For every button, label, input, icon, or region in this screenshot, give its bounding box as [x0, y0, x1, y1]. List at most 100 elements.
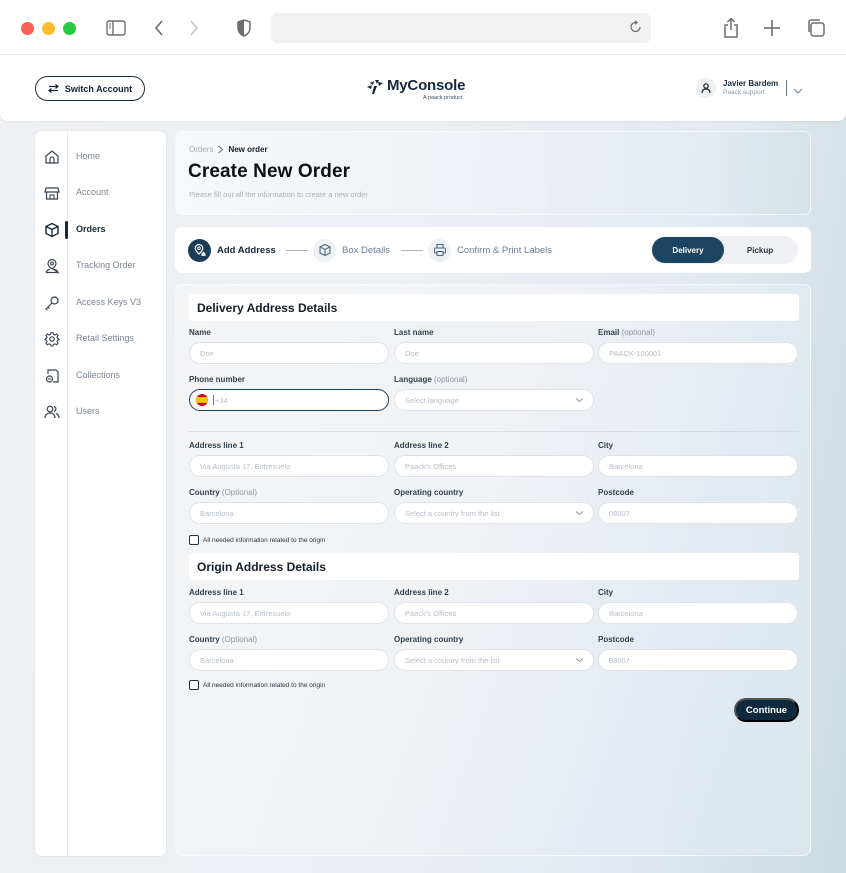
mode-delivery[interactable]: Delivery: [652, 237, 724, 263]
zoom-window-button[interactable]: [63, 22, 76, 35]
language-placeholder: Select language: [405, 395, 459, 405]
origin-city-input[interactable]: Barcelona: [598, 602, 798, 624]
checkbox[interactable]: [189, 535, 199, 545]
language-select[interactable]: Select language: [394, 389, 594, 411]
sidebar: Home Account Orders Tracking Order Acces…: [35, 131, 166, 856]
forward-icon[interactable]: [182, 16, 206, 40]
checkbox-label: All needed information related to the or…: [203, 536, 326, 544]
step-connector: [286, 250, 308, 251]
sidebar-item-access-keys[interactable]: Access Keys V3: [35, 290, 166, 316]
privacy-shield-icon[interactable]: [232, 16, 256, 40]
sidebar-item-retail-settings[interactable]: Retail Settings: [35, 326, 166, 352]
user-name: Javier Bardem: [723, 79, 779, 88]
user-role: Paack support: [723, 89, 765, 96]
operating-country-select[interactable]: Select a country from the list: [394, 502, 594, 524]
language-label: Language (optional): [394, 375, 468, 384]
address2-label: Address line 2: [394, 441, 449, 450]
address1-label: Address line 1: [189, 441, 244, 450]
close-window-button[interactable]: [21, 22, 34, 35]
email-label: Email (optional): [598, 328, 655, 337]
minimize-window-button[interactable]: [42, 22, 55, 35]
checkbox[interactable]: [189, 680, 199, 690]
logo-title: MyConsole: [387, 77, 466, 94]
sidebar-toggle-icon[interactable]: [104, 16, 128, 40]
reload-icon[interactable]: [629, 20, 643, 39]
sidebar-item-label: Account: [76, 187, 109, 197]
collections-icon: [44, 368, 60, 384]
city-input[interactable]: Barcelona: [598, 455, 798, 477]
delivery-origin-checkbox[interactable]: All needed information related to the or…: [189, 535, 325, 545]
email-input[interactable]: PAACK-100001: [598, 342, 798, 364]
origin-operating-country-placeholder: Select a country from the list: [405, 655, 500, 665]
step-box-details[interactable]: Box Details: [313, 238, 390, 262]
share-icon[interactable]: [719, 16, 743, 40]
sidebar-item-tracking-order[interactable]: Tracking Order: [35, 253, 166, 279]
sidebar-item-orders[interactable]: Orders: [35, 217, 166, 243]
continue-button[interactable]: Continue: [734, 698, 799, 722]
sidebar-item-label: Tracking Order: [76, 260, 136, 270]
phone-input[interactable]: +34: [189, 389, 389, 411]
phone-label: Phone number: [189, 375, 246, 384]
new-tab-icon[interactable]: [760, 16, 784, 40]
key-icon: [44, 295, 60, 311]
origin-country-input[interactable]: Barcelona: [189, 649, 389, 671]
avatar: [696, 78, 716, 98]
sidebar-item-home[interactable]: Home: [35, 144, 166, 170]
breadcrumb: Orders New order: [189, 145, 268, 154]
origin-section-title: Origin Address Details: [197, 560, 326, 574]
origin-address1-input[interactable]: Via Augusta 17, Entresuelo: [189, 602, 389, 624]
address-bar[interactable]: [271, 13, 651, 43]
back-icon[interactable]: [147, 16, 171, 40]
page-header: Orders New order Create New Order Please…: [175, 131, 811, 215]
sidebar-item-label: Home: [76, 151, 101, 161]
page-subtitle: Please fill out all the information to c…: [189, 190, 368, 199]
name-input[interactable]: Doe: [189, 342, 389, 364]
myconsole-logo[interactable]: MyConsole A paack product: [366, 77, 476, 104]
step-add-address[interactable]: Add Address: [188, 238, 276, 262]
origin-postcode-input[interactable]: 08007: [598, 649, 798, 671]
home-icon: [44, 149, 60, 165]
origin-address2-input[interactable]: Paack's Offices: [394, 602, 594, 624]
delivery-section-header: Delivery Address Details: [189, 294, 799, 321]
name-label: Name: [189, 328, 211, 337]
sidebar-item-label: Collections: [76, 370, 121, 380]
postcode-label: Postcode: [598, 488, 635, 497]
store-icon: [44, 185, 60, 201]
last-name-input[interactable]: Doe: [394, 342, 594, 364]
package-icon: [44, 222, 60, 238]
address-pin-icon: [188, 238, 211, 262]
switch-account-button[interactable]: Switch Account: [35, 76, 145, 101]
chevron-down-icon[interactable]: [793, 82, 803, 100]
sidebar-item-users[interactable]: Users: [35, 399, 166, 425]
postcode-input[interactable]: 08007: [598, 502, 798, 524]
step-connector: [401, 250, 423, 251]
step-label: Box Details: [342, 244, 391, 256]
user-menu[interactable]: Javier Bardem Paack support: [696, 78, 816, 100]
sidebar-item-account[interactable]: Account: [35, 180, 166, 206]
origin-address1-label: Address line 1: [189, 588, 244, 597]
breadcrumb-orders[interactable]: Orders: [189, 145, 213, 154]
address1-input[interactable]: Via Augusta 17, Entresuelo: [189, 455, 389, 477]
origin-section-header: Origin Address Details: [189, 553, 799, 580]
chevron-right-icon: [218, 145, 224, 154]
last-name-label: Last name: [394, 328, 434, 337]
origin-address2-label: Address line 2: [394, 588, 449, 597]
mode-pickup[interactable]: Pickup: [724, 237, 796, 263]
origin-info-checkbox[interactable]: All needed information related to the or…: [189, 680, 325, 690]
sidebar-item-label: Retail Settings: [76, 333, 135, 343]
sidebar-item-collections[interactable]: Collections: [35, 363, 166, 389]
logo-subtitle: A paack product: [423, 95, 463, 101]
spain-flag-icon[interactable]: [196, 394, 208, 406]
user-icon: [701, 82, 711, 93]
country-input[interactable]: Barcelona: [189, 502, 389, 524]
browser-toolbar: [0, 0, 846, 55]
user-menu-divider: [786, 80, 787, 96]
origin-operating-country-select[interactable]: Select a country from the list: [394, 649, 594, 671]
text-caret: [213, 395, 214, 405]
tabs-overview-icon[interactable]: [804, 16, 828, 40]
logo-mark-icon: [367, 80, 383, 94]
step-confirm-print[interactable]: Confirm & Print Labels: [428, 238, 552, 262]
address2-input[interactable]: Paack's Offices: [394, 455, 594, 477]
users-icon: [44, 404, 60, 420]
operating-country-placeholder: Select a country from the list: [405, 508, 500, 518]
